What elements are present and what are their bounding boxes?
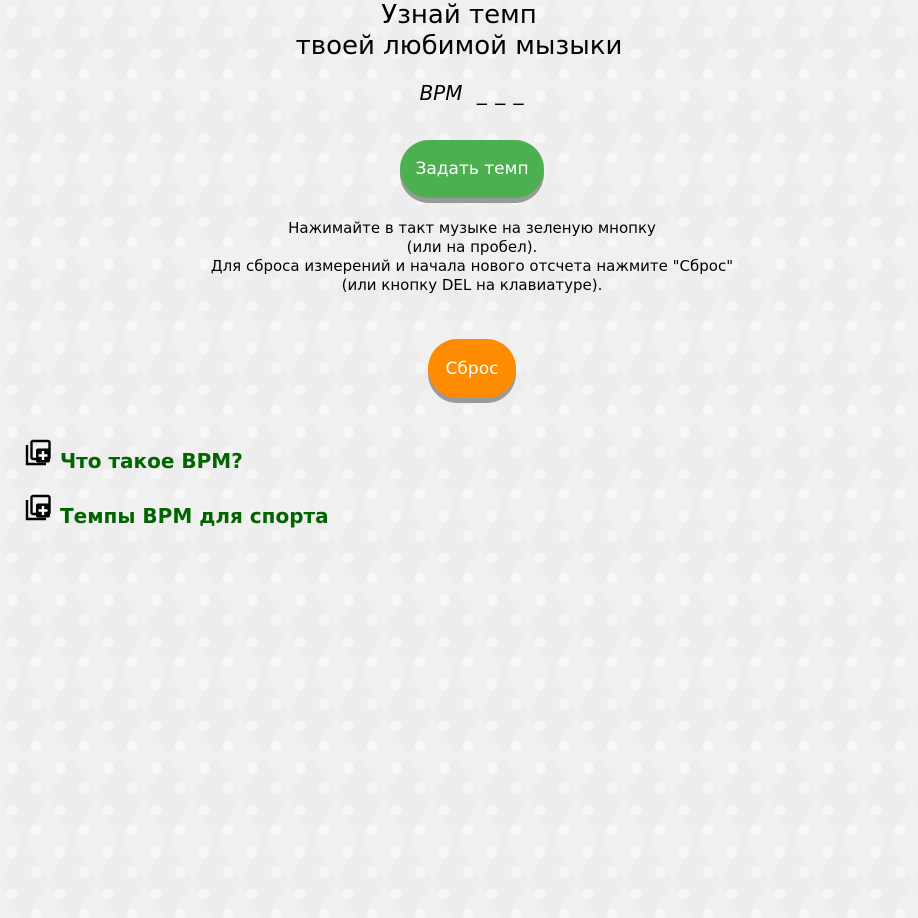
title-line-1: Узнай темп	[381, 0, 537, 30]
link-label[interactable]: Темпы BPM для спорта	[60, 503, 329, 529]
instruction-line: Нажимайте в такт музыке на зеленую мнопк…	[288, 219, 656, 237]
set-tempo-button[interactable]: Задать темп	[400, 140, 544, 198]
add-to-library-icon	[25, 494, 51, 521]
bpm-display: BPM _ _ _	[0, 80, 918, 106]
instructions-text: Нажимайте в такт музыке на зеленую мнопк…	[0, 219, 918, 295]
link-bpm-for-sports[interactable]: Темпы BPM для спорта	[24, 494, 329, 529]
link-what-is-bpm[interactable]: Что такое BPM?	[24, 439, 243, 474]
instruction-line: (или на пробел).	[406, 238, 538, 256]
instruction-line: (или кнопку DEL на клавиатуре).	[341, 276, 603, 294]
add-to-library-icon	[25, 439, 51, 466]
bpm-counter-page: Узнай темп твоей любимой мызыки BPM _ _ …	[0, 0, 918, 918]
bpm-value: _ _ _	[476, 81, 525, 105]
title-line-2: твоей любимой мызыки	[295, 31, 623, 61]
bpm-label: BPM	[419, 81, 463, 105]
link-label[interactable]: Что такое BPM?	[60, 448, 243, 474]
reset-button[interactable]: Сброс	[428, 339, 516, 398]
page-title: Узнай темп твоей любимой мызыки	[0, 0, 918, 62]
instruction-line: Для сброса измерений и начала нового отс…	[210, 257, 734, 275]
